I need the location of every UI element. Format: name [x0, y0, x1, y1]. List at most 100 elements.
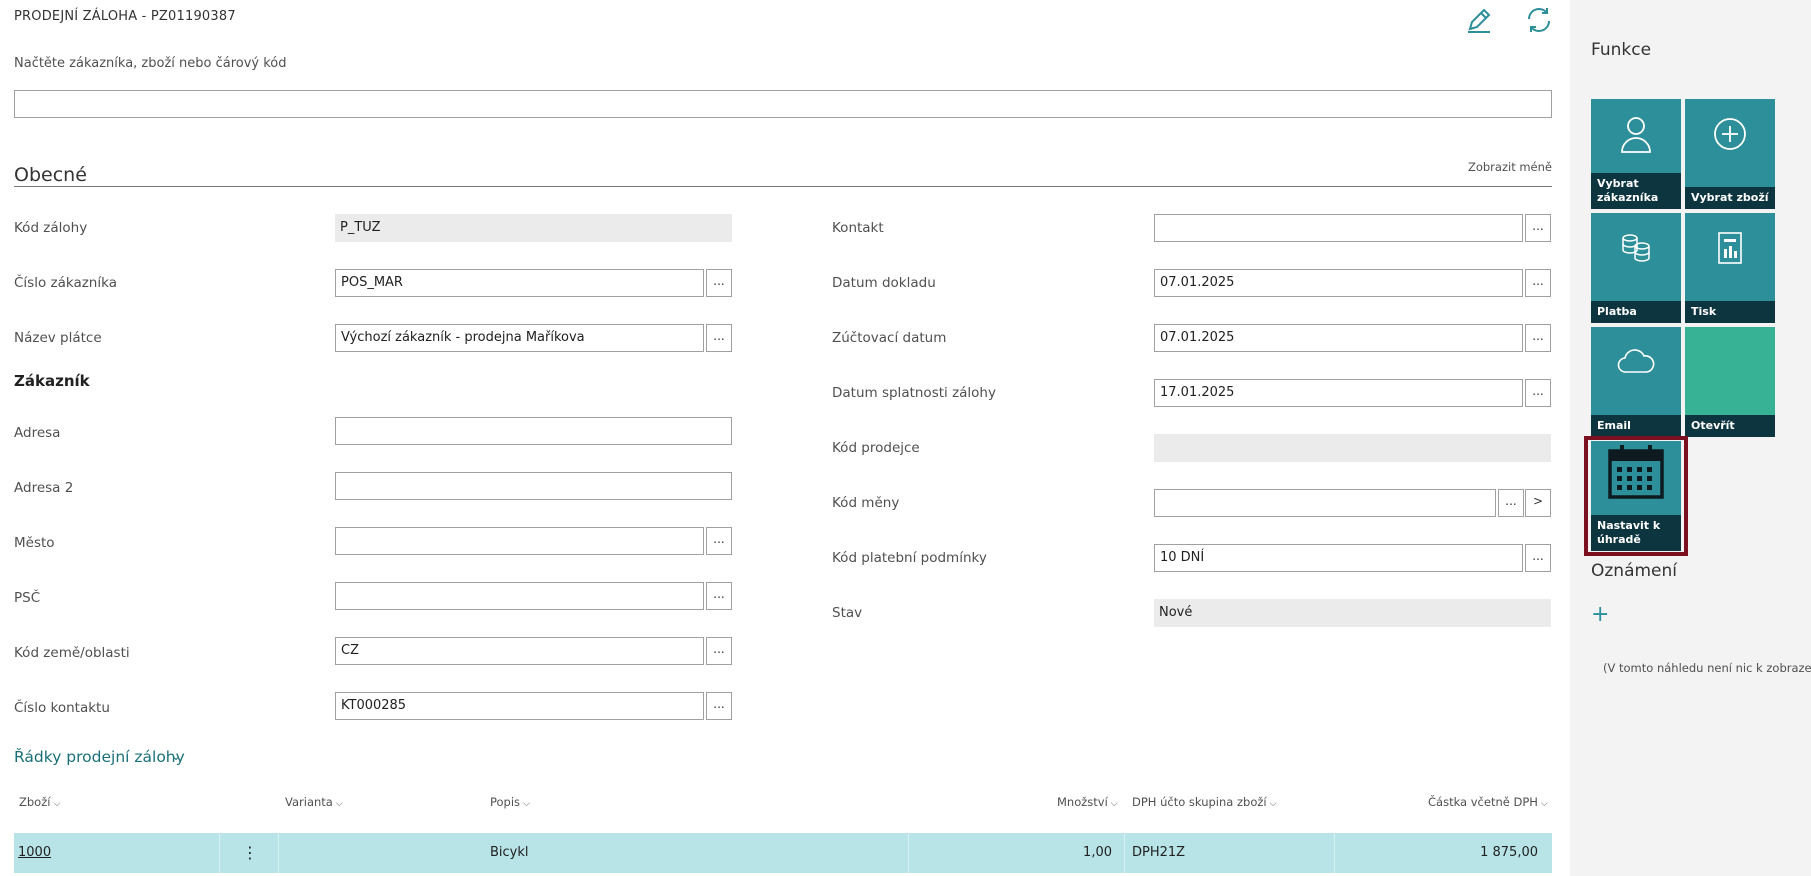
posting-date-label: Zúčtovací datum: [832, 330, 947, 346]
email-tile[interactable]: Email: [1591, 327, 1681, 437]
zip-label: PSČ: [14, 590, 41, 606]
contact-no-field[interactable]: KT000285: [335, 692, 704, 720]
city-lookup-button[interactable]: ...: [706, 527, 732, 555]
country-field[interactable]: CZ: [335, 637, 704, 665]
customer-heading: Zákazník: [14, 372, 90, 390]
payer-name-label: Název plátce: [14, 330, 102, 346]
person-icon: [1591, 109, 1681, 159]
address2-label: Adresa 2: [14, 480, 74, 496]
open-tile[interactable]: Otevřít: [1685, 327, 1775, 437]
show-less-link[interactable]: Zobrazit méně: [1450, 160, 1552, 174]
print-label: Tisk: [1685, 301, 1775, 323]
calendar-icon: [1591, 445, 1681, 499]
column-divider: [278, 833, 279, 873]
set-payment-tile[interactable]: Nastavit k úhradě: [1591, 441, 1681, 551]
column-divider: [1124, 833, 1125, 873]
salesperson-label: Kód prodejce: [832, 440, 920, 456]
row-amount[interactable]: 1 875,00: [1344, 845, 1538, 860]
scan-label: Načtěte zákazníka, zboží nebo čárový kód: [14, 56, 287, 71]
add-icon[interactable]: +: [1591, 602, 1609, 627]
column-divider: [219, 833, 220, 873]
payer-name-lookup-button[interactable]: ...: [706, 324, 732, 352]
document-date-picker-button[interactable]: ...: [1525, 269, 1551, 297]
address2-field[interactable]: [335, 472, 732, 500]
select-item-tile[interactable]: Vybrat zboží: [1685, 99, 1775, 209]
lines-section-title[interactable]: Řádky prodejní zálohy: [14, 748, 185, 766]
address-field[interactable]: [335, 417, 732, 445]
column-header-quantity[interactable]: Množství ⌵: [1057, 795, 1118, 809]
row-quantity[interactable]: 1,00: [1014, 845, 1112, 860]
print-tile[interactable]: Tisk: [1685, 213, 1775, 323]
column-divider: [1334, 833, 1335, 873]
page-title: PRODEJNÍ ZÁLOHA - PZ01190387: [14, 9, 236, 24]
notifications-title: Oznámení: [1591, 561, 1678, 581]
section-title-general: Obecné: [14, 164, 87, 186]
contact-label: Kontakt: [832, 220, 884, 236]
payment-tile[interactable]: Platba: [1591, 213, 1681, 323]
payment-terms-field[interactable]: 10 DNÍ: [1154, 544, 1523, 572]
country-lookup-button[interactable]: ...: [706, 637, 732, 665]
set-payment-label: Nastavit k úhradě: [1591, 515, 1681, 551]
plus-circle-icon: [1685, 109, 1775, 159]
column-divider: [908, 833, 909, 873]
email-label: Email: [1591, 415, 1681, 437]
address-label: Adresa: [14, 425, 61, 441]
payer-name-field[interactable]: Výchozí zákazník - prodejna Maříkova: [335, 324, 704, 352]
empty-notifications-text: (V tomto náhledu není nic k zobrazení): [1603, 661, 1811, 675]
column-header-amount[interactable]: Částka včetně DPH ⌵: [1428, 795, 1548, 809]
currency-lookup-button[interactable]: ...: [1498, 489, 1524, 517]
contact-field[interactable]: [1154, 214, 1523, 242]
select-customer-tile[interactable]: Vybrat zákazníka: [1591, 99, 1681, 209]
table-row[interactable]: 1000 ⋮ Bicykl 1,00 DPH21Z 1 875,00: [14, 833, 1552, 873]
contact-no-label: Číslo kontaktu: [14, 700, 110, 716]
row-description[interactable]: Bicykl: [490, 845, 529, 860]
contact-no-lookup-button[interactable]: ...: [706, 692, 732, 720]
customer-no-lookup-button[interactable]: ...: [706, 269, 732, 297]
report-icon: [1685, 223, 1775, 273]
currency-label: Kód měny: [832, 495, 900, 511]
coins-icon: [1591, 223, 1681, 273]
document-date-field[interactable]: 07.01.2025: [1154, 269, 1523, 297]
posting-date-picker-button[interactable]: ...: [1525, 324, 1551, 352]
customer-no-label: Číslo zákazníka: [14, 275, 117, 291]
select-item-label: Vybrat zboží: [1685, 187, 1775, 209]
status-label: Stav: [832, 605, 863, 621]
scan-input[interactable]: [14, 90, 1552, 118]
cloud-icon: [1591, 337, 1681, 387]
status-field: Nové: [1154, 599, 1551, 627]
select-customer-label: Vybrat zákazníka: [1591, 173, 1681, 209]
due-date-picker-button[interactable]: ...: [1525, 379, 1551, 407]
zip-lookup-button[interactable]: ...: [706, 582, 732, 610]
row-item-link[interactable]: 1000: [18, 845, 51, 860]
column-header-item[interactable]: Zboží ⌵: [19, 795, 60, 809]
city-field[interactable]: [335, 527, 704, 555]
chevron-down-icon[interactable]: ⌄: [171, 749, 181, 763]
row-vat-group[interactable]: DPH21Z: [1132, 845, 1185, 860]
currency-drilldown-button[interactable]: >: [1525, 489, 1551, 517]
deposit-code-label: Kód zálohy: [14, 220, 88, 236]
payment-terms-label: Kód platební podmínky: [832, 550, 987, 566]
deposit-code-field: P_TUZ: [335, 214, 732, 242]
city-label: Město: [14, 535, 55, 551]
document-date-label: Datum dokladu: [832, 275, 936, 291]
customer-no-field[interactable]: POS_MAR: [335, 269, 704, 297]
payment-terms-lookup-button[interactable]: ...: [1525, 544, 1551, 572]
refresh-icon[interactable]: [1521, 2, 1557, 38]
pencil-icon[interactable]: [1461, 2, 1497, 38]
posting-date-field[interactable]: 07.01.2025: [1154, 324, 1523, 352]
payment-label: Platba: [1591, 301, 1681, 323]
column-header-variant[interactable]: Varianta ⌵: [285, 795, 343, 809]
zip-field[interactable]: [335, 582, 704, 610]
due-date-label: Datum splatnosti zálohy: [832, 385, 996, 401]
country-label: Kód země/oblasti: [14, 645, 130, 661]
column-header-description[interactable]: Popis ⌵: [490, 795, 530, 809]
column-header-vat-group[interactable]: DPH účto skupina zboží ⌵: [1132, 795, 1276, 809]
currency-field[interactable]: [1154, 489, 1496, 517]
salesperson-field: [1154, 434, 1551, 462]
main-content: PRODEJNÍ ZÁLOHA - PZ01190387 Načtěte zák…: [0, 0, 1570, 876]
section-divider: [14, 186, 1552, 187]
open-label: Otevřít: [1685, 415, 1775, 437]
due-date-field[interactable]: 17.01.2025: [1154, 379, 1523, 407]
row-menu-icon[interactable]: ⋮: [242, 843, 258, 862]
contact-lookup-button[interactable]: ...: [1525, 214, 1551, 242]
